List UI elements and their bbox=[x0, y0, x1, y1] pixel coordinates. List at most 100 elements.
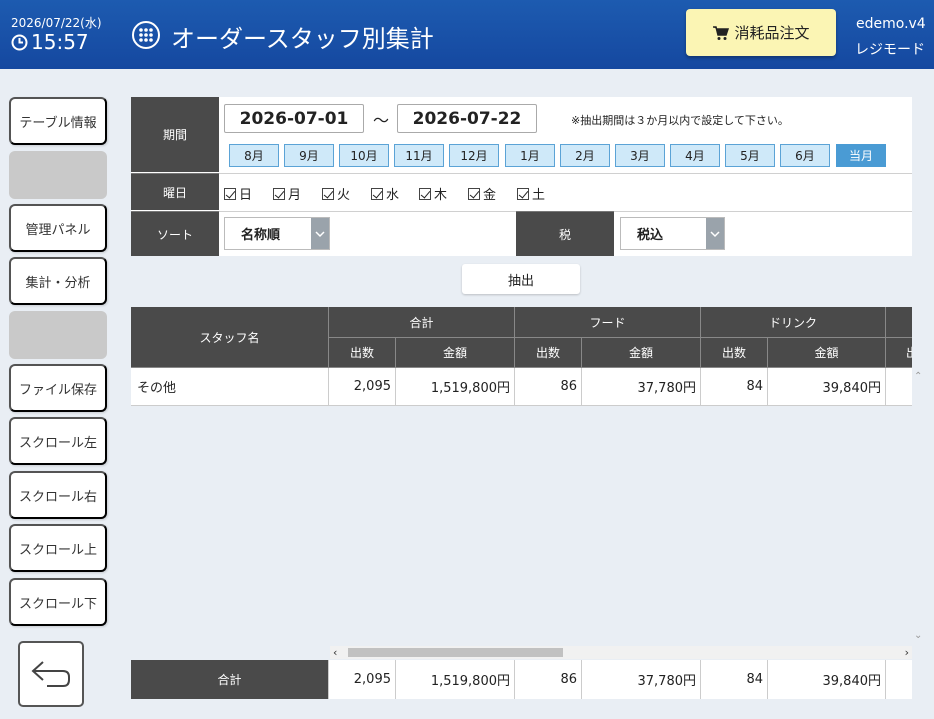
sidebar-scroll-down-button[interactable]: スクロール下 bbox=[9, 578, 107, 626]
month-button[interactable]: 12月 bbox=[449, 144, 499, 167]
staff-table: スタッフ名 合計 フード ドリンク 出数 金額 出数 金額 出数 金額 出 その… bbox=[131, 307, 912, 660]
weekday-checkbox-mon[interactable]: 月 bbox=[273, 184, 301, 203]
totals-food-count: 86 bbox=[515, 660, 582, 699]
weekday-checkbox-wed[interactable]: 水 bbox=[371, 184, 399, 203]
tax-value: 税込 bbox=[637, 228, 664, 243]
next-cell bbox=[886, 368, 912, 406]
totals-drink-amount: 39,840円 bbox=[768, 660, 886, 699]
group-header-next bbox=[886, 307, 912, 338]
horizontal-scrollbar[interactable]: ‹ › bbox=[330, 646, 912, 659]
month-button[interactable]: 2月 bbox=[560, 144, 610, 167]
weekday-label: 曜日 bbox=[131, 173, 219, 210]
checkbox-checked-icon bbox=[517, 187, 529, 200]
group-header-total: 合計 bbox=[329, 307, 515, 338]
order-supplies-button[interactable]: 消耗品注文 bbox=[686, 9, 836, 56]
checkbox-checked-icon bbox=[419, 187, 431, 200]
month-button[interactable]: 11月 bbox=[394, 144, 444, 167]
app-mode: レジモード bbox=[855, 42, 925, 58]
sort-label: ソート bbox=[131, 211, 219, 256]
weekday-checkbox-tue[interactable]: 火 bbox=[322, 184, 350, 203]
scrollbar-thumb[interactable] bbox=[348, 648, 563, 657]
header-clock: 15:57 bbox=[11, 30, 89, 54]
sidebar-analytics-button[interactable]: 集計・分析 bbox=[9, 257, 107, 305]
return-arrow-icon bbox=[31, 661, 70, 687]
sub-header-amount: 金額 bbox=[582, 338, 701, 368]
sub-header-amount: 金額 bbox=[768, 338, 886, 368]
tax-select[interactable]: 税込 bbox=[620, 217, 725, 250]
extract-button[interactable]: 抽出 bbox=[462, 264, 580, 294]
checkbox-checked-icon bbox=[322, 187, 334, 200]
date-range-separator: ～ bbox=[373, 111, 390, 130]
header-date: 2026/07/22(水) bbox=[11, 16, 102, 30]
month-button[interactable]: 1月 bbox=[505, 144, 555, 167]
app-header: 2026/07/22(水) 15:57 オーダースタッフ別集計 消耗品注文 ed… bbox=[0, 0, 934, 69]
clock-icon bbox=[11, 34, 28, 50]
staff-name-cell[interactable]: その他 bbox=[131, 368, 329, 406]
sidebar-table-info-button[interactable]: テーブル情報 bbox=[9, 97, 107, 145]
totals-label: 合計 bbox=[131, 660, 329, 699]
scroll-up-arrow-icon[interactable]: ⌃ bbox=[914, 371, 922, 382]
order-supplies-label: 消耗品注文 bbox=[734, 24, 810, 42]
tax-label: 税 bbox=[516, 211, 614, 256]
chevron-down-icon bbox=[311, 218, 329, 249]
totals-count: 2,095 bbox=[329, 660, 396, 699]
date-to-input[interactable]: 2026-07-22 bbox=[397, 104, 537, 133]
checkbox-checked-icon bbox=[468, 187, 480, 200]
month-button[interactable]: 10月 bbox=[339, 144, 389, 167]
month-button[interactable]: 3月 bbox=[615, 144, 665, 167]
sort-value: 名称順 bbox=[241, 228, 281, 243]
checkbox-checked-icon bbox=[371, 187, 383, 200]
month-button[interactable]: 6月 bbox=[780, 144, 830, 167]
month-button[interactable]: 5月 bbox=[725, 144, 775, 167]
sidebar-save-file-button[interactable]: ファイル保存 bbox=[9, 364, 107, 412]
weekday-checkbox-thu[interactable]: 木 bbox=[419, 184, 447, 203]
group-header-drink: ドリンク bbox=[701, 307, 886, 338]
sidebar-scroll-left-button[interactable]: スクロール左 bbox=[9, 417, 107, 465]
app-version: edemo.v4 bbox=[856, 16, 926, 32]
cart-icon bbox=[713, 25, 730, 40]
scroll-right-arrow-icon[interactable]: › bbox=[905, 646, 909, 659]
drink-amount-cell: 39,840円 bbox=[768, 368, 886, 406]
totals-row: 合計 2,095 1,519,800円 86 37,780円 84 39,840… bbox=[131, 660, 912, 699]
menu-grid-icon[interactable] bbox=[131, 20, 161, 50]
period-label: 期間 bbox=[131, 97, 219, 172]
drink-count-cell: 84 bbox=[701, 368, 768, 406]
month-button[interactable]: 9月 bbox=[284, 144, 334, 167]
scroll-down-arrow-icon[interactable]: ⌄ bbox=[914, 630, 922, 641]
checkbox-checked-icon bbox=[273, 187, 285, 200]
food-amount-cell: 37,780円 bbox=[582, 368, 701, 406]
sidebar-scroll-right-button[interactable]: スクロール右 bbox=[9, 471, 107, 519]
weekday-checkbox-fri[interactable]: 金 bbox=[468, 184, 496, 203]
sub-header-amount: 金額 bbox=[396, 338, 515, 368]
back-button[interactable] bbox=[18, 641, 84, 707]
weekday-checkbox-sun[interactable]: 日 bbox=[224, 184, 252, 203]
sub-header-count: 出数 bbox=[515, 338, 582, 368]
weekday-checkbox-sat[interactable]: 土 bbox=[517, 184, 545, 203]
staff-name-header: スタッフ名 bbox=[131, 307, 329, 368]
sidebar-blank-button bbox=[9, 151, 107, 199]
sub-header-count: 出数 bbox=[701, 338, 768, 368]
totals-food-amount: 37,780円 bbox=[582, 660, 701, 699]
sub-header-count-partial: 出 bbox=[886, 338, 912, 368]
checkbox-checked-icon bbox=[224, 187, 236, 200]
date-from-input[interactable]: 2026-07-01 bbox=[224, 104, 364, 133]
sidebar-admin-panel-button[interactable]: 管理パネル bbox=[9, 204, 107, 252]
scroll-left-arrow-icon[interactable]: ‹ bbox=[333, 646, 337, 659]
totals-amount: 1,519,800円 bbox=[396, 660, 515, 699]
sidebar-blank-button bbox=[9, 311, 107, 359]
group-header-food: フード bbox=[515, 307, 701, 338]
current-month-button[interactable]: 当月 bbox=[836, 144, 886, 167]
total-amount-cell: 1,519,800円 bbox=[396, 368, 515, 406]
range-note: ※抽出期間は３か月以内で設定して下さい。 bbox=[571, 114, 789, 127]
sidebar-scroll-up-button[interactable]: スクロール上 bbox=[9, 524, 107, 572]
chevron-down-icon bbox=[706, 218, 724, 249]
month-button[interactable]: 8月 bbox=[229, 144, 279, 167]
filter-panel: 期間 曜日 ソート 2026-07-01 ～ 2026-07-22 ※抽出期間は… bbox=[131, 97, 912, 256]
food-count-cell: 86 bbox=[515, 368, 582, 406]
sort-select[interactable]: 名称順 bbox=[224, 217, 330, 250]
total-count-cell: 2,095 bbox=[329, 368, 396, 406]
month-button[interactable]: 4月 bbox=[670, 144, 720, 167]
page-title: オーダースタッフ別集計 bbox=[171, 25, 434, 53]
totals-drink-count: 84 bbox=[701, 660, 768, 699]
sub-header-count: 出数 bbox=[329, 338, 396, 368]
